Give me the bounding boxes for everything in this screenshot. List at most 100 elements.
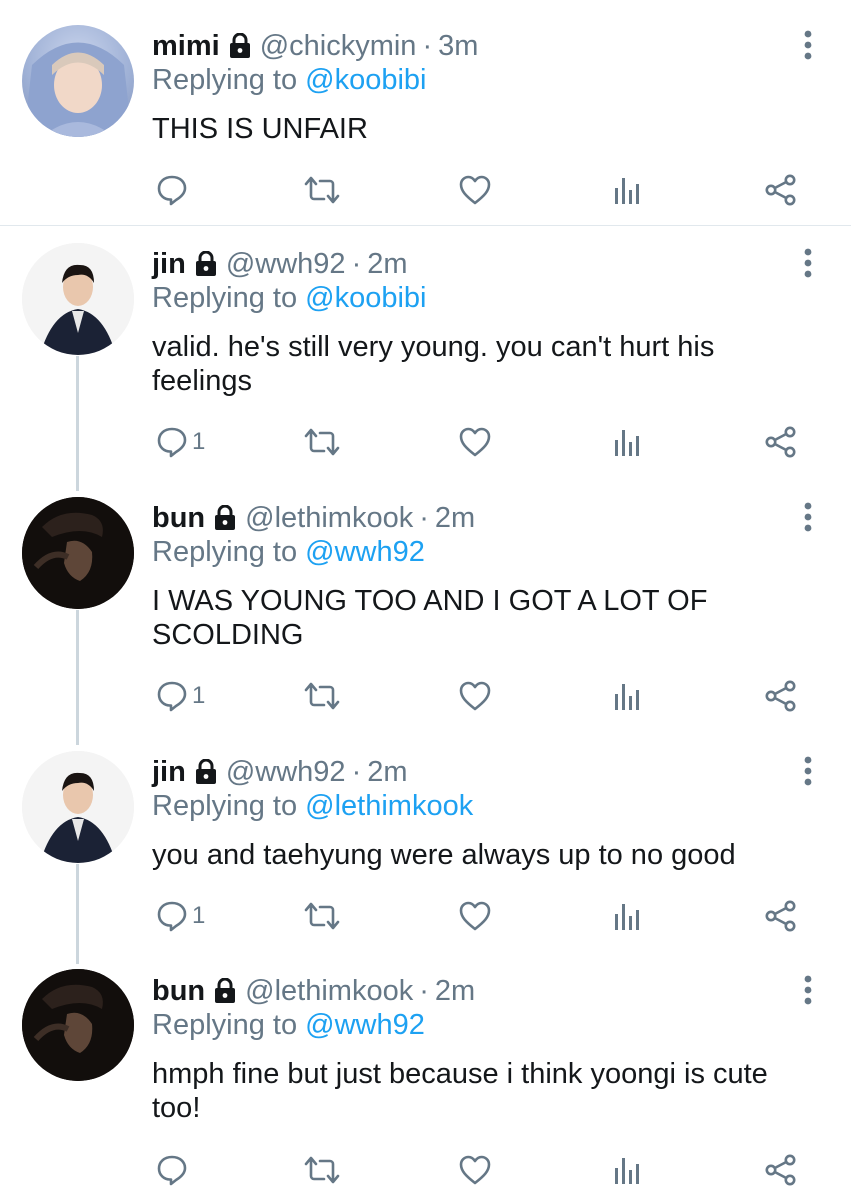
user-handle[interactable]: @lethimkook [245,975,413,1008]
more-vertical-icon[interactable] [803,756,813,786]
reply-button[interactable]: 1 [156,676,205,716]
tweet-text-line: you and taehyung were always up to no go… [152,839,736,871]
retweet-button[interactable] [302,896,342,936]
lock-icon [213,505,237,531]
more-vertical-icon[interactable] [803,248,813,278]
tweet[interactable]: jin @wwh92 · 2m Replying to @koobibi val… [0,226,851,480]
avatar[interactable] [22,25,134,137]
tweet[interactable]: jin @wwh92 · 2m Replying to @lethimkook … [0,734,851,954]
reply-button[interactable] [156,170,192,210]
tweet-header: jin @wwh92 · 2m [152,752,408,792]
analytics-button[interactable] [612,676,642,716]
tweet-text: valid. he's still very young. you can't … [152,330,812,398]
more-vertical-icon[interactable] [803,30,813,60]
share-button[interactable] [764,896,798,936]
retweet-button[interactable] [302,676,342,716]
analytics-button[interactable] [612,422,642,462]
avatar[interactable] [22,243,134,355]
display-name[interactable]: bun [152,502,205,535]
share-button[interactable] [764,1150,798,1190]
retweet-button[interactable] [302,170,342,210]
avatar-bun-image [22,969,134,1081]
replying-to-link[interactable]: @wwh92 [305,536,425,568]
avatar[interactable] [22,751,134,863]
reply-icon [156,1154,188,1186]
tweet[interactable]: bun @lethimkook · 2m Replying to @wwh92 … [0,480,851,734]
retweet-button[interactable] [302,422,342,462]
tweet[interactable]: mimi @chickymin · 3m Replying to @koobib… [0,0,851,225]
tweet-text-line: I WAS YOUNG TOO AND I GOT A LOT OF [152,585,708,617]
more-vertical-icon[interactable] [803,975,813,1005]
timestamp[interactable]: 2m [367,756,407,789]
tweet-text-line: hmph fine but just because i think yoong… [152,1058,768,1090]
replying-to-link[interactable]: @koobibi [305,64,426,96]
share-button[interactable] [764,676,798,716]
analytics-button[interactable] [612,1150,642,1190]
analytics-icon [612,680,642,712]
replying-to: Replying to @wwh92 [152,536,425,569]
like-button[interactable] [458,896,492,936]
timestamp[interactable]: 2m [435,975,475,1008]
timestamp[interactable]: 2m [435,502,475,535]
avatar[interactable] [22,497,134,609]
reply-count: 1 [192,428,206,455]
retweet-button[interactable] [302,1150,342,1190]
tweet-text-line: too! [152,1092,201,1124]
tweet[interactable]: bun @lethimkook · 2m Replying to @wwh92 … [0,954,851,1200]
retweet-icon [302,426,342,458]
lock-icon [213,978,237,1004]
reply-button[interactable]: 1 [156,422,205,462]
avatar[interactable] [22,969,134,1081]
display-name[interactable]: jin [152,248,186,281]
avatar-bun-image [22,497,134,609]
tweet-text-line: feelings [152,365,252,397]
reply-count: 1 [192,682,206,709]
tweet-text: you and taehyung were always up to no go… [152,838,812,872]
replying-to: Replying to @koobibi [152,282,427,315]
like-button[interactable] [458,422,492,462]
display-name[interactable]: mimi [152,30,220,63]
reply-icon [156,680,188,712]
replying-to-link[interactable]: @lethimkook [305,790,473,822]
action-bar [0,170,851,210]
timestamp[interactable]: 3m [438,30,478,63]
share-button[interactable] [764,170,798,210]
tweet-header: jin @wwh92 · 2m [152,244,408,284]
share-icon [764,1154,798,1186]
retweet-icon [302,1154,342,1186]
share-icon [764,426,798,458]
user-handle[interactable]: @lethimkook [245,502,413,535]
reply-button[interactable]: 1 [156,896,205,936]
separator-dot: · [351,755,362,788]
replying-to-link[interactable]: @wwh92 [305,1009,425,1041]
share-icon [764,900,798,932]
like-button[interactable] [458,170,492,210]
user-handle[interactable]: @chickymin [260,30,417,63]
separator-dot: · [351,247,362,280]
like-button[interactable] [458,676,492,716]
like-button[interactable] [458,1150,492,1190]
replying-to-link[interactable]: @koobibi [305,282,426,314]
tweet-header: bun @lethimkook · 2m [152,971,475,1011]
heart-icon [458,1154,492,1186]
user-handle[interactable]: @wwh92 [226,248,346,281]
replying-to: Replying to @wwh92 [152,1009,425,1042]
avatar-jin-image [22,751,134,863]
more-vertical-icon[interactable] [803,502,813,532]
user-handle[interactable]: @wwh92 [226,756,346,789]
reply-count: 1 [192,902,206,929]
display-name[interactable]: jin [152,756,186,789]
separator-dot: · [422,29,433,62]
timestamp[interactable]: 2m [367,248,407,281]
heart-icon [458,900,492,932]
reply-icon [156,426,188,458]
display-name[interactable]: bun [152,975,205,1008]
analytics-button[interactable] [612,170,642,210]
analytics-button[interactable] [612,896,642,936]
tweet-text-line: SCOLDING [152,619,304,651]
tweet-text: I WAS YOUNG TOO AND I GOT A LOT OF SCOLD… [152,584,812,652]
separator-dot: · [419,501,429,534]
share-button[interactable] [764,422,798,462]
share-icon [764,174,798,206]
reply-button[interactable] [156,1150,192,1190]
